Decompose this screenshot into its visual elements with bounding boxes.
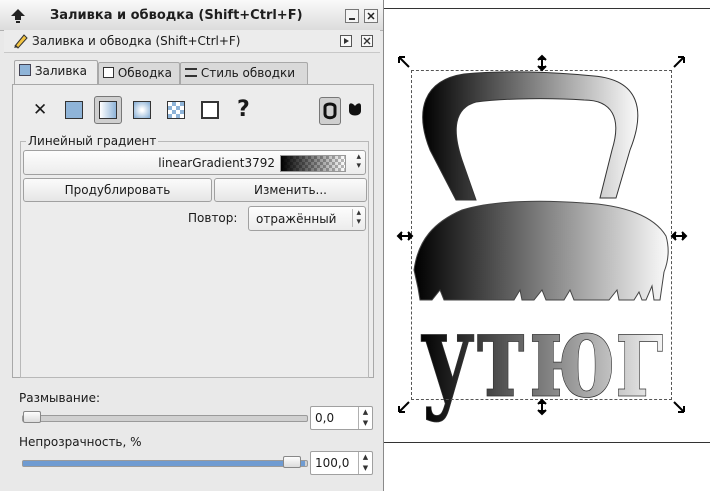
fill-stroke-dialog: Заливка и обводка (Shift+Ctrl+F) Заливка… bbox=[0, 0, 384, 491]
fill-tab-icon bbox=[19, 64, 31, 76]
spin-arrows-icon[interactable]: ▲ ▼ bbox=[358, 407, 372, 429]
minimize-button[interactable] bbox=[345, 9, 359, 23]
scale-handle-right bbox=[670, 231, 688, 241]
opacity-slider-fill bbox=[23, 461, 305, 466]
gradient-select[interactable]: linearGradient3792 ▴ ▾ bbox=[23, 150, 366, 175]
tab-stroke-paint[interactable]: Обводка bbox=[98, 62, 180, 84]
fill-rule-nonzero-icon bbox=[349, 103, 361, 116]
repeat-value: отражённый bbox=[256, 212, 337, 226]
combo-arrows-icon: ▴ ▾ bbox=[356, 152, 361, 171]
unset-icon: ? bbox=[237, 97, 250, 122]
opacity-label: Непрозрачность, % bbox=[19, 435, 142, 449]
scale-handle-bottom bbox=[537, 398, 547, 416]
combo-arrows-icon: ▴ ▾ bbox=[352, 209, 361, 227]
drawing-canvas[interactable]: утюг bbox=[384, 0, 710, 491]
gradient-preview bbox=[280, 155, 346, 172]
scale-handle-top-left bbox=[398, 56, 410, 68]
tab-fill-label: Заливка bbox=[34, 64, 88, 78]
no-paint-button[interactable]: ✕ bbox=[26, 96, 54, 124]
blur-value: 0,0 bbox=[315, 411, 335, 425]
opacity-spinbox[interactable]: 100,0 ▲ ▼ bbox=[310, 451, 373, 475]
pattern-button[interactable] bbox=[162, 96, 190, 124]
opacity-value: 100,0 bbox=[315, 456, 350, 470]
gradient-name: linearGradient3792 bbox=[158, 156, 275, 170]
fill-rule-nonzero-button[interactable] bbox=[345, 97, 365, 125]
stroke-paint-tab-icon bbox=[103, 67, 114, 78]
linear-gradient-icon bbox=[99, 101, 117, 119]
opacity-slider-track[interactable] bbox=[22, 460, 308, 467]
dock-title: Заливка и обводка (Shift+Ctrl+F) bbox=[32, 34, 241, 48]
flat-color-icon bbox=[65, 101, 83, 119]
repeat-label: Повтор: bbox=[188, 211, 238, 225]
close-dock-button[interactable] bbox=[361, 35, 373, 47]
repeat-select[interactable]: отражённый ▴ ▾ bbox=[248, 206, 366, 231]
iconify-button[interactable] bbox=[340, 35, 352, 47]
tab-fill[interactable]: Заливка bbox=[14, 60, 98, 85]
window-title: Заливка и обводка (Shift+Ctrl+F) bbox=[50, 8, 303, 23]
blur-spinbox[interactable]: 0,0 ▲ ▼ bbox=[310, 406, 373, 430]
unset-paint-button[interactable]: ? bbox=[230, 96, 258, 124]
no-paint-icon: ✕ bbox=[33, 100, 48, 120]
linear-gradient-button[interactable] bbox=[94, 96, 122, 124]
spin-arrows-icon[interactable]: ▲ ▼ bbox=[358, 452, 372, 474]
inkscape-logo-icon bbox=[11, 9, 25, 23]
duplicate-button[interactable]: Продублировать bbox=[23, 178, 212, 202]
dock-header: Заливка и обводка (Shift+Ctrl+F) bbox=[4, 30, 380, 53]
tab-stroke-style[interactable]: Стиль обводки bbox=[180, 62, 308, 84]
stroke-style-tab-icon bbox=[185, 68, 197, 77]
fill-rule-evenodd-icon bbox=[323, 102, 337, 120]
pattern-icon bbox=[167, 101, 185, 119]
scale-handle-left bbox=[396, 231, 414, 241]
opacity-slider-handle[interactable] bbox=[283, 456, 301, 468]
selection-handles[interactable] bbox=[384, 0, 710, 491]
radial-gradient-icon bbox=[133, 101, 151, 119]
close-icon bbox=[367, 12, 375, 20]
scale-handle-top-right bbox=[673, 56, 685, 68]
gradient-section-label: Линейный градиент bbox=[26, 134, 159, 148]
edit-gradient-button[interactable]: Изменить... bbox=[214, 178, 367, 202]
scale-handle-top bbox=[537, 54, 547, 72]
tab-stroke-paint-label: Обводка bbox=[117, 66, 172, 80]
fill-stroke-icon bbox=[14, 34, 28, 49]
close-icon bbox=[363, 37, 371, 45]
window-titlebar[interactable]: Заливка и обводка (Shift+Ctrl+F) bbox=[0, 0, 383, 31]
blur-slider-handle[interactable] bbox=[23, 411, 41, 423]
blur-slider-track[interactable] bbox=[22, 415, 308, 422]
swatch-icon bbox=[201, 101, 219, 119]
tab-stroke-style-label: Стиль обводки bbox=[200, 66, 296, 80]
swatch-button[interactable] bbox=[196, 96, 224, 124]
play-icon bbox=[344, 38, 349, 44]
fill-rule-evenodd-button[interactable] bbox=[319, 97, 341, 125]
blur-label: Размывание: bbox=[19, 391, 100, 405]
flat-color-button[interactable] bbox=[60, 96, 88, 124]
scale-handle-bottom-right bbox=[673, 401, 685, 413]
gradient-frame bbox=[20, 141, 369, 378]
radial-gradient-button[interactable] bbox=[128, 96, 156, 124]
scale-handle-bottom-left bbox=[398, 401, 410, 413]
close-window-button[interactable] bbox=[364, 9, 378, 23]
